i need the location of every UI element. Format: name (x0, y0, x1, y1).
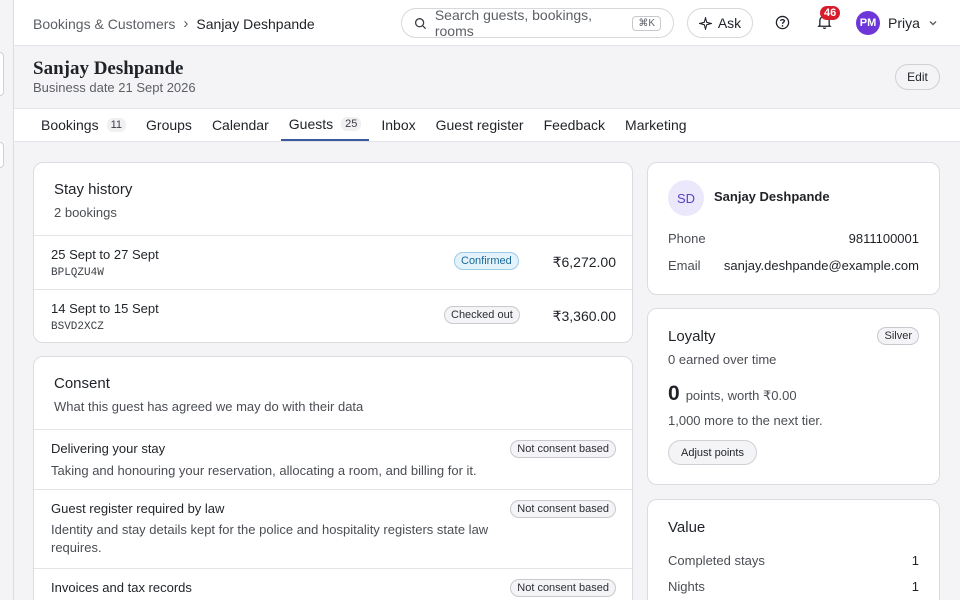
sidebar-handle[interactable] (0, 52, 4, 96)
sidebar-rail (0, 0, 14, 600)
consent-card: Consent What this guest has agreed we ma… (33, 356, 633, 600)
value-row: Completed stays 1 (668, 553, 919, 568)
tab-label: Groups (146, 117, 192, 133)
avatar: SD (668, 180, 704, 216)
consent-subtitle: What this guest has agreed we may do wit… (54, 399, 364, 414)
adjust-points-button[interactable]: Adjust points (668, 440, 757, 465)
user-name: Priya (888, 15, 920, 31)
consent-item-title: Invoices and tax records (51, 580, 192, 595)
booking-dates: 25 Sept to 27 Sept (51, 247, 159, 262)
tab-label: Feedback (543, 117, 606, 133)
loyalty-card: Loyalty Silver 0 earned over time 0 poin… (647, 308, 940, 485)
help-icon[interactable] (775, 15, 790, 35)
tab-count: 11 (106, 118, 127, 132)
tab-bookings[interactable]: Bookings 11 (33, 109, 134, 141)
booking-row[interactable]: 14 Sept to 15 Sept BSVD2XCZ Checked out … (34, 289, 632, 342)
consent-basis-badge: Not consent based (510, 440, 616, 458)
section-tabs: Bookings 11 Groups Calendar Guests 25 Inbo… (14, 108, 960, 142)
value-label: Nights (668, 579, 705, 594)
sidebar-handle-secondary[interactable] (0, 142, 4, 168)
booking-row[interactable]: 25 Sept to 27 Sept BPLQZU4W Confirmed ₹6… (34, 235, 632, 289)
phone-value: 9811100001 (848, 231, 919, 246)
status-badge: Confirmed (454, 252, 519, 270)
search-input[interactable]: Search guests, bookings, rooms ⌘K (401, 7, 674, 39)
breadcrumb-current: Sanjay Deshpande (196, 15, 315, 32)
points-text: points, worth ₹0.00 (685, 388, 797, 403)
consent-basis-badge: Not consent based (510, 500, 616, 518)
avatar: PM (856, 11, 880, 35)
value-label: Completed stays (668, 553, 765, 568)
page-title: Sanjay Deshpande (33, 58, 184, 79)
edit-button[interactable]: Edit (895, 64, 940, 90)
breadcrumb-parent-link[interactable]: Bookings & Customers (33, 16, 175, 32)
next-tier-text: 1,000 more to the next tier. (668, 413, 823, 428)
consent-item: Invoices and tax records Not consent bas… (34, 568, 632, 600)
guest-header: Sanjay Deshpande Business date 21 Sept 2… (14, 46, 960, 108)
booking-code: BSVD2XCZ (51, 321, 104, 333)
tab-label: Guests (288, 116, 334, 132)
ask-label: Ask (717, 15, 742, 31)
points-value: 0 (668, 382, 680, 405)
consent-title: Consent (54, 375, 110, 392)
stay-history-subtitle: 2 bookings (54, 205, 117, 220)
booking-amount: ₹6,272.00 (552, 254, 616, 270)
value-number: 1 (911, 553, 919, 568)
tab-feedback[interactable]: Feedback (536, 109, 613, 141)
consent-basis-badge: Not consent based (510, 579, 616, 597)
booking-amount: ₹3,360.00 (552, 308, 616, 324)
chevron-right-icon: › (183, 15, 189, 32)
tab-groups[interactable]: Groups (138, 109, 200, 141)
email-row: Email sanjay.deshpande@example.com (668, 258, 919, 273)
tab-label: Marketing (625, 117, 687, 133)
phone-label: Phone (668, 231, 706, 246)
tab-label: Bookings (41, 117, 99, 133)
tab-label: Calendar (211, 117, 269, 133)
guest-profile-card: SD Sanjay Deshpande Phone 9811100001 Emai… (647, 162, 940, 295)
value-card: Value Completed stays 1 Nights 1 (647, 499, 940, 600)
tab-guest-register[interactable]: Guest register (428, 109, 532, 141)
sparkle-icon (698, 16, 712, 30)
consent-item: Guest register required by law Identity … (34, 489, 632, 568)
stay-history-title: Stay history (54, 181, 133, 198)
profile-name: Sanjay Deshpande (714, 189, 830, 204)
value-row: Nights 1 (668, 579, 919, 594)
search-shortcut: ⌘K (632, 15, 661, 31)
search-icon (414, 17, 427, 29)
email-label: Email (668, 258, 701, 273)
loyalty-title: Loyalty (668, 328, 716, 345)
tab-label: Inbox (381, 117, 416, 133)
tab-calendar[interactable]: Calendar (204, 109, 277, 141)
business-date: Business date 21 Sept 2026 (33, 80, 196, 95)
chevron-down-icon (929, 21, 937, 26)
tier-badge: Silver (877, 327, 919, 345)
loyalty-earned: 0 earned over time (668, 352, 777, 367)
status-badge: Checked out (444, 306, 520, 324)
email-value: sanjay.deshpande@example.com (723, 258, 919, 273)
top-bar: Bookings & Customers › Sanjay Deshpande … (14, 0, 960, 46)
ask-button[interactable]: Ask (687, 8, 753, 38)
tab-count: 25 (341, 117, 362, 131)
consent-item-title: Delivering your stay (51, 441, 166, 456)
tab-marketing[interactable]: Marketing (617, 109, 694, 141)
consent-item-desc: Taking and honouring your reservation, a… (51, 463, 477, 478)
tab-label: Guest register (435, 117, 524, 133)
breadcrumb: Bookings & Customers › Sanjay Deshpande (33, 15, 315, 32)
tab-inbox[interactable]: Inbox (373, 109, 423, 141)
user-menu[interactable]: PM Priya (856, 11, 938, 35)
booking-code: BPLQZU4W (51, 267, 104, 279)
consent-item-desc: Identity and stay details kept for the p… (51, 522, 489, 555)
search-placeholder: Search guests, bookings, rooms (434, 7, 593, 39)
value-title: Value (668, 519, 706, 536)
booking-dates: 14 Sept to 15 Sept (51, 301, 159, 316)
tab-guests[interactable]: Guests 25 (280, 109, 370, 141)
stay-history-card: Stay history 2 bookings 25 Sept to 27 Se… (33, 162, 633, 343)
value-number: 1 (911, 579, 919, 594)
points-summary: 0 points, worth ₹0.00 (668, 382, 797, 406)
phone-row: Phone 9811100001 (668, 231, 919, 246)
consent-item-title: Guest register required by law (51, 501, 225, 516)
notification-count-badge: 46 (820, 6, 841, 20)
consent-item: Delivering your stay Taking and honourin… (34, 429, 632, 489)
